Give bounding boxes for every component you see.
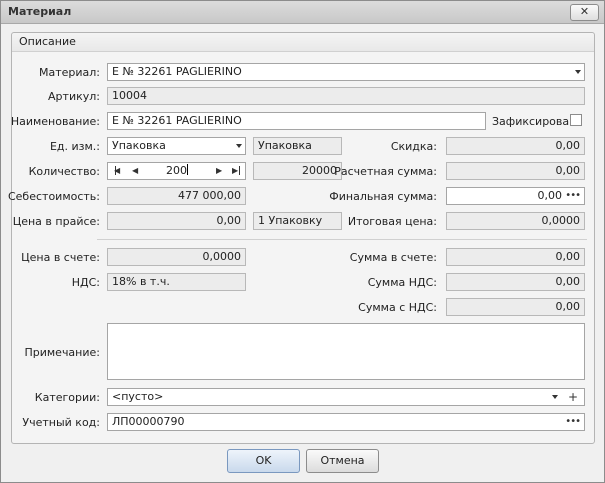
note-label: Примечание:	[24, 346, 100, 359]
account-code-value: ЛП00000790	[112, 415, 185, 428]
name-input[interactable]: E № 32261 PAGLIERINO	[107, 112, 486, 130]
name-value: E № 32261 PAGLIERINO	[112, 114, 242, 127]
chevron-down-icon[interactable]	[575, 70, 581, 74]
calc-sum-value: 0,00	[555, 164, 581, 177]
categories-value: <пусто>	[112, 390, 164, 403]
vat-label: НДС:	[71, 276, 100, 289]
cost-value: 477 000,00	[178, 189, 241, 202]
invoice-sum-field[interactable]: 0,00	[446, 248, 585, 266]
section-divider	[97, 239, 587, 240]
price-list-value: 0,00	[216, 214, 242, 227]
invoice-sum-value: 0,00	[555, 250, 581, 263]
final-sum-label: Финальная сумма:	[329, 190, 437, 203]
quantity-stepper[interactable]: ◀ ◀ 200 ▶ ▶	[107, 162, 246, 180]
ellipsis-icon[interactable]: •••	[565, 188, 581, 204]
unit-display-field: Упаковка	[253, 137, 342, 155]
group-title: Описание	[19, 35, 76, 48]
invoice-price-field[interactable]: 0,0000	[107, 248, 246, 266]
vat-sum-label: Сумма НДС:	[367, 276, 437, 289]
vat-sum-value: 0,00	[555, 275, 581, 288]
ellipsis-icon[interactable]: •••	[565, 414, 581, 430]
discount-label: Скидка:	[390, 140, 437, 153]
fixed-label: Зафиксирован	[492, 115, 577, 128]
total-price-label: Итоговая цена:	[347, 215, 437, 228]
plus-icon[interactable]: +	[568, 389, 578, 405]
sum-with-vat-field[interactable]: 0,00	[446, 298, 585, 316]
note-textarea[interactable]	[107, 323, 585, 380]
quantity-total-value: 20000	[302, 164, 337, 177]
step-left-icon[interactable]: ◀	[132, 163, 138, 179]
discount-field[interactable]: 0,00	[446, 137, 585, 155]
ok-label: OK	[255, 454, 272, 467]
price-list-field[interactable]: 0,00	[107, 212, 246, 230]
invoice-sum-label: Сумма в счете:	[349, 251, 437, 264]
step-right-icon[interactable]: ▶	[216, 163, 222, 179]
categories-combobox[interactable]: <пусто> +	[107, 388, 585, 406]
account-code-label: Учетный код:	[22, 416, 100, 429]
vat-value: 18% в т.ч.	[112, 275, 170, 288]
cancel-label: Отмена	[320, 454, 365, 467]
sum-with-vat-label: Сумма с НДС:	[358, 301, 437, 314]
price-list-label: Цена в прайсе:	[12, 215, 100, 228]
invoice-price-value: 0,0000	[202, 250, 242, 263]
discount-value: 0,00	[555, 139, 581, 152]
skip-back-bar	[115, 166, 116, 175]
article-label: Артикул:	[48, 90, 100, 103]
vat-sum-field[interactable]: 0,00	[446, 273, 585, 291]
unit-combobox[interactable]: Упаковка	[107, 137, 246, 155]
unit-label: Ед. изм.:	[49, 140, 100, 153]
material-value: E № 32261 PAGLIERINO	[112, 65, 242, 78]
skip-forward-bar	[239, 166, 240, 175]
price-unit-value: 1 Упаковку	[258, 214, 323, 227]
group-header: Описание	[12, 33, 594, 52]
price-unit-field: 1 Упаковку	[253, 212, 342, 230]
unit-value: Упаковка	[112, 139, 166, 152]
article-field[interactable]: 10004	[107, 87, 585, 105]
unit-display-value: Упаковка	[258, 139, 312, 152]
quantity-value: 200	[166, 164, 188, 177]
total-price-field[interactable]: 0,0000	[446, 212, 585, 230]
article-value: 10004	[112, 89, 147, 102]
categories-label: Категории:	[34, 391, 100, 404]
title-bar[interactable]: Материал ✕	[1, 1, 604, 24]
final-sum-field[interactable]: 0,00 •••	[446, 187, 585, 205]
close-button[interactable]: ✕	[570, 4, 599, 21]
invoice-price-label: Цена в счете:	[21, 251, 100, 264]
window-title: Материал	[8, 5, 72, 18]
cost-label: Себестоимость:	[7, 190, 100, 203]
account-code-field[interactable]: ЛП00000790 •••	[107, 413, 585, 431]
material-label: Материал:	[38, 66, 100, 79]
material-dialog: Материал ✕ Описание Материал: E № 32261 …	[0, 0, 605, 483]
ok-button[interactable]: OK	[227, 449, 300, 473]
quantity-label: Количество:	[28, 165, 100, 178]
fixed-checkbox[interactable]	[570, 114, 582, 126]
quantity-total-field: 20000	[253, 162, 342, 180]
chevron-down-icon[interactable]	[236, 144, 242, 148]
final-sum-value: 0,00	[537, 189, 563, 202]
cancel-button[interactable]: Отмена	[306, 449, 379, 473]
vat-field[interactable]: 18% в т.ч.	[107, 273, 246, 291]
calc-sum-field[interactable]: 0,00	[446, 162, 585, 180]
material-combobox[interactable]: E № 32261 PAGLIERINO	[107, 63, 585, 81]
name-label: Наименование:	[10, 115, 100, 128]
calc-sum-label: Расчетная сумма:	[334, 165, 437, 178]
close-icon: ✕	[579, 5, 590, 18]
sum-with-vat-value: 0,00	[555, 300, 581, 313]
cost-field[interactable]: 477 000,00	[107, 187, 246, 205]
chevron-down-icon[interactable]	[552, 395, 558, 399]
total-price-value: 0,0000	[541, 214, 581, 227]
skip-forward-icon[interactable]: ▶	[232, 163, 238, 179]
